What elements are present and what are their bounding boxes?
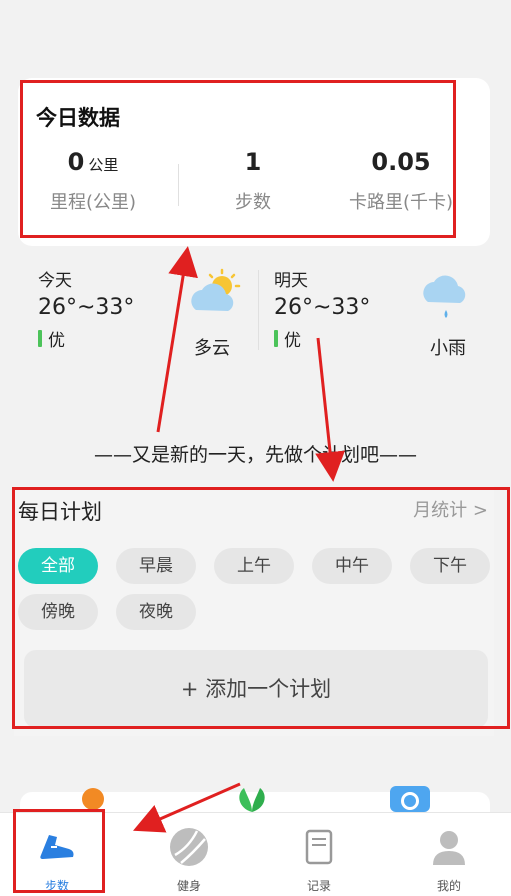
arrow-to-tab [133,782,241,833]
arrow-to-plan [315,337,346,482]
annotation-arrows [133,246,346,833]
arrow-to-today [156,246,198,433]
